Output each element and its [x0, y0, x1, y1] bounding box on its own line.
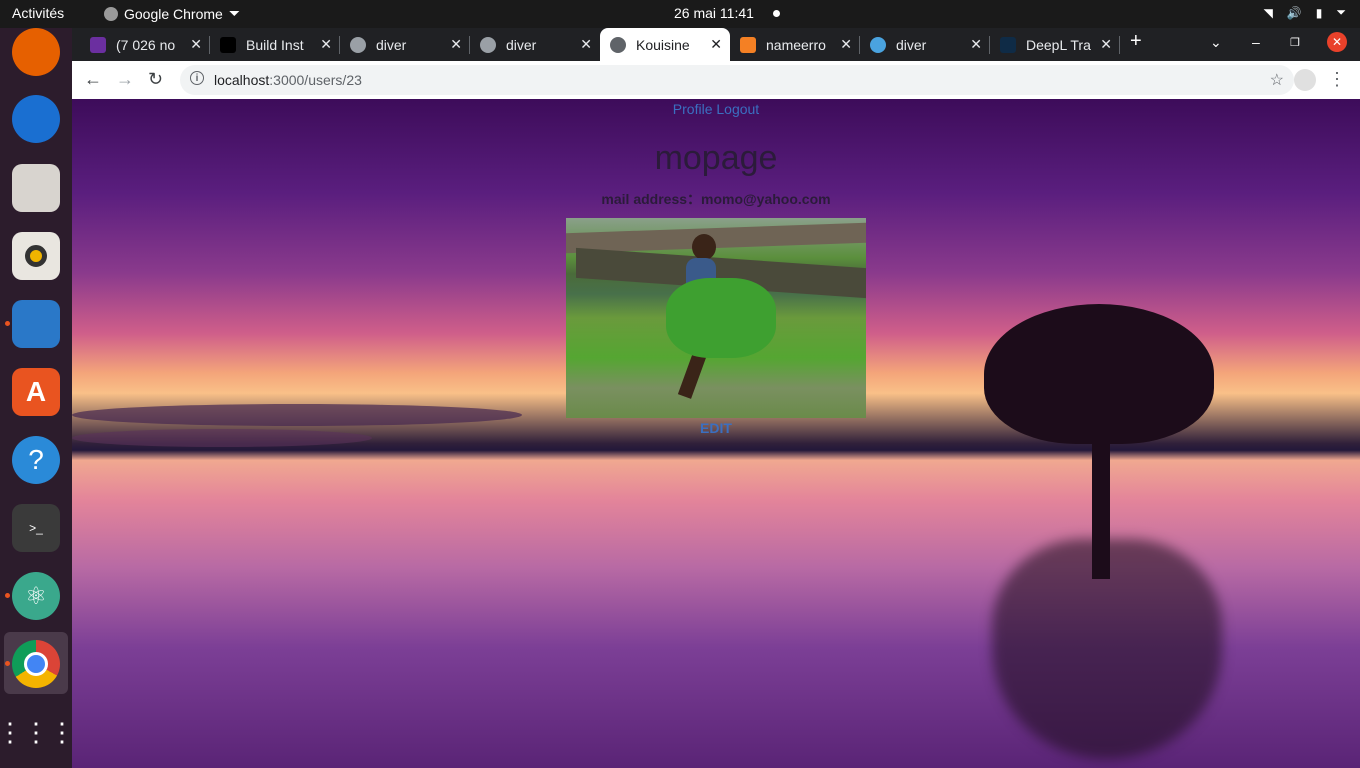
activities-button[interactable]: Activités — [12, 5, 64, 21]
chrome-app-icon — [104, 6, 118, 21]
atom-icon[interactable]: ⚛ — [5, 572, 60, 620]
writer-icon[interactable] — [5, 300, 60, 348]
tab[interactable]: DeepL Tra ✕ — [990, 28, 1120, 61]
edit-link[interactable]: EDIT — [72, 420, 1360, 436]
notification-dot — [773, 10, 780, 17]
more-menu-icon[interactable]: ⋮ — [1328, 69, 1346, 90]
forward-button[interactable]: → — [116, 69, 134, 90]
app-menu-label: Google Chrome — [124, 5, 223, 22]
restore-button[interactable]: ❐ — [1290, 36, 1300, 49]
favicon-icon — [90, 36, 106, 53]
globe-icon — [480, 36, 496, 53]
help-icon[interactable]: ? — [12, 436, 60, 484]
chevron-down-icon: ⏷ — [1336, 5, 1346, 19]
minimize-button[interactable]: – — [1252, 34, 1260, 50]
chrome-icon[interactable] — [5, 640, 60, 688]
battery-icon: ▮ — [1315, 5, 1323, 20]
tab[interactable]: Build Inst ✕ — [210, 28, 340, 61]
tab-title: nameerro — [766, 36, 826, 53]
close-icon[interactable]: ✕ — [840, 36, 852, 53]
profile-avatar-icon[interactable] — [1294, 69, 1316, 91]
tab-title: DeepL Tra — [1026, 36, 1091, 53]
back-button[interactable]: ← — [84, 69, 102, 90]
profile-link[interactable]: Profile — [673, 101, 713, 117]
firefox-icon[interactable] — [12, 28, 60, 76]
close-icon[interactable]: ✕ — [580, 36, 592, 53]
deepl-icon — [1000, 36, 1016, 53]
close-icon[interactable]: ✕ — [450, 36, 462, 53]
tab-title: diver — [896, 36, 927, 53]
close-icon[interactable]: ✕ — [190, 36, 202, 53]
stackoverflow-icon — [740, 36, 756, 53]
favicon-icon — [220, 36, 236, 53]
globe-icon — [610, 36, 626, 53]
browser-toolbar: ← → ↻ i localhost:3000/users/23 ☆ ⋮ — [72, 61, 1360, 100]
url-path: :3000/users/23 — [269, 72, 362, 88]
system-menu[interactable]: ◥ 🔊 ▮ ⏷ — [1264, 5, 1346, 20]
tab[interactable]: (7 026 no ✕ — [80, 28, 210, 61]
logout-link[interactable]: Logout — [716, 101, 759, 117]
user-email: mail address：momo@yahoo.com — [601, 191, 831, 207]
tab[interactable]: diver ✕ — [470, 28, 600, 61]
url-text: localhost:3000/users/23 — [214, 72, 362, 88]
apps-grid-icon[interactable]: ⋮⋮⋮ — [0, 708, 75, 756]
bookmark-star-icon[interactable]: ☆ — [1270, 70, 1284, 90]
dock: A ? >_ ⚛ ⋮⋮⋮ — [0, 28, 75, 768]
close-icon[interactable]: ✕ — [970, 36, 982, 53]
globe-icon — [350, 36, 366, 53]
user-photo — [566, 218, 866, 418]
address-bar[interactable]: i localhost:3000/users/23 ☆ — [180, 65, 1294, 95]
close-icon[interactable]: ✕ — [710, 36, 722, 53]
tab[interactable]: diver ✕ — [340, 28, 470, 61]
page-title: mopage — [654, 139, 778, 177]
user-nav: Profile Logout — [72, 101, 1360, 117]
volume-icon: 🔊 — [1286, 5, 1302, 20]
close-icon[interactable]: ✕ — [320, 36, 332, 53]
tab[interactable]: nameerro ✕ — [730, 28, 860, 61]
wifi-icon: ◥ — [1263, 5, 1273, 20]
tab-search-icon[interactable]: ⌄ — [1210, 34, 1222, 51]
tab-strip: (7 026 no ✕ Build Inst ✕ diver ✕ diver ✕… — [72, 28, 1360, 61]
terminal-icon[interactable]: >_ — [12, 504, 60, 552]
tab-title: Kouisine — [636, 36, 690, 53]
url-host: localhost — [214, 72, 270, 88]
tab-title: (7 026 no — [116, 36, 176, 53]
software-icon[interactable]: A — [12, 368, 60, 416]
thunderbird-icon[interactable] — [12, 95, 60, 143]
page-content: Profile Logout mopage mail address：momo@… — [72, 99, 1360, 768]
close-icon[interactable]: ✕ — [1100, 36, 1112, 53]
tab-title: diver — [506, 36, 537, 53]
clock[interactable]: 26 mai 11:41 — [674, 5, 754, 21]
system-top-bar: Activités Google Chrome ⏷ 26 mai 11:41 ◥… — [0, 0, 1360, 28]
reload-button[interactable]: ↻ — [148, 69, 163, 90]
new-tab-button[interactable]: + — [1130, 30, 1142, 53]
tab-active[interactable]: Kouisine ✕ — [600, 28, 730, 61]
rhythmbox-icon[interactable] — [12, 232, 60, 280]
app-menu[interactable]: Google Chrome ⏷ — [104, 5, 240, 22]
tab-title: Build Inst — [246, 36, 304, 53]
info-icon[interactable]: i — [190, 71, 204, 85]
tab[interactable]: diver ✕ — [860, 28, 990, 61]
files-icon[interactable] — [12, 164, 60, 212]
tab-title: diver — [376, 36, 407, 53]
chevron-down-icon: ⏷ — [228, 5, 241, 21]
close-window-button[interactable]: ✕ — [1327, 32, 1347, 52]
rocket-icon — [870, 36, 886, 53]
